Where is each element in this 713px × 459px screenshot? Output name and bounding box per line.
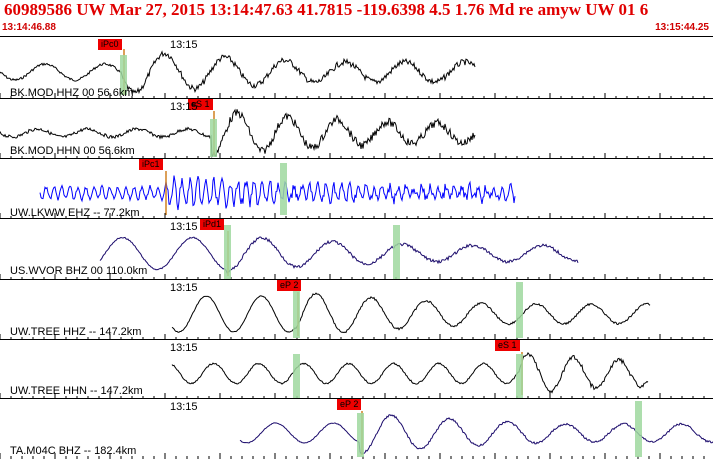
station-label: US.WVOR BHZ 00 110.0km	[10, 265, 148, 277]
pick-window	[210, 119, 217, 157]
pick-window	[393, 225, 400, 279]
pick-window	[293, 354, 300, 398]
pick-window	[280, 163, 287, 215]
window-start-time: 13:14:46.88	[2, 22, 56, 33]
phase-pick-label[interactable]: eP 2	[337, 399, 362, 410]
phase-pick-label[interactable]: eP 2	[277, 280, 302, 291]
time-tick-label: 13:15	[170, 401, 198, 413]
pick-window	[357, 413, 364, 457]
pick-window	[516, 282, 523, 338]
phase-pick-label[interactable]: iPc1	[139, 159, 163, 170]
station-label: TA.M04C BHZ -- 182.4km	[10, 445, 137, 457]
waveform-line	[171, 351, 649, 394]
trace-panel[interactable]: iPc0 13:15 BK.MOD HHZ 00 56.6km	[0, 36, 713, 99]
waveform-line	[171, 292, 651, 334]
station-label: UW.TREE HHZ -- 147.2km	[10, 326, 142, 338]
event-title: 60989586 UW Mar 27, 2015 13:14:47.63 41.…	[4, 0, 649, 19]
pick-window	[224, 225, 231, 279]
window-end-time: 13:15:44.25	[655, 22, 709, 33]
station-label: UW.TREE HHN -- 147.2km	[10, 385, 143, 397]
trace-panel[interactable]: eS 1 13:15 BK.MOD HHN 00 56.6km	[0, 98, 713, 159]
pick-window	[293, 290, 300, 338]
trace-panel[interactable]: eP 2 13:15 UW.TREE HHZ -- 147.2km	[0, 279, 713, 340]
phase-pick-label[interactable]: eS 1	[495, 340, 520, 351]
time-tick-label: 13:15	[170, 101, 198, 113]
trace-panel[interactable]: eP 2 13:15 TA.M04C BHZ -- 182.4km	[0, 398, 713, 459]
trace-panel[interactable]: iPd1 13:15 US.WVOR BHZ 00 110.0km	[0, 218, 713, 280]
waveform-line	[39, 175, 516, 211]
trace-panel[interactable]: iPc1 UW.LKWW EHZ -- 77.2km	[0, 158, 713, 219]
pick-window	[516, 354, 523, 398]
station-label: BK.MOD HHN 00 56.6km	[10, 145, 135, 157]
phase-pick-label[interactable]: iPc0	[98, 39, 122, 50]
time-tick-label: 13:15	[170, 282, 198, 294]
time-tick-label: 13:15	[170, 342, 198, 354]
waveform-line	[239, 414, 713, 455]
pick-window	[635, 401, 642, 457]
waveform-line	[99, 236, 579, 274]
phase-pick-label[interactable]: iPd1	[200, 219, 225, 230]
time-tick-label: 13:15	[170, 39, 198, 51]
time-tick-label: 13:15	[170, 221, 198, 233]
event-header: 60989586 UW Mar 27, 2015 13:14:47.63 41.…	[0, 0, 713, 36]
trace-panel[interactable]: eS 1 13:15 UW.TREE HHN -- 147.2km	[0, 339, 713, 399]
